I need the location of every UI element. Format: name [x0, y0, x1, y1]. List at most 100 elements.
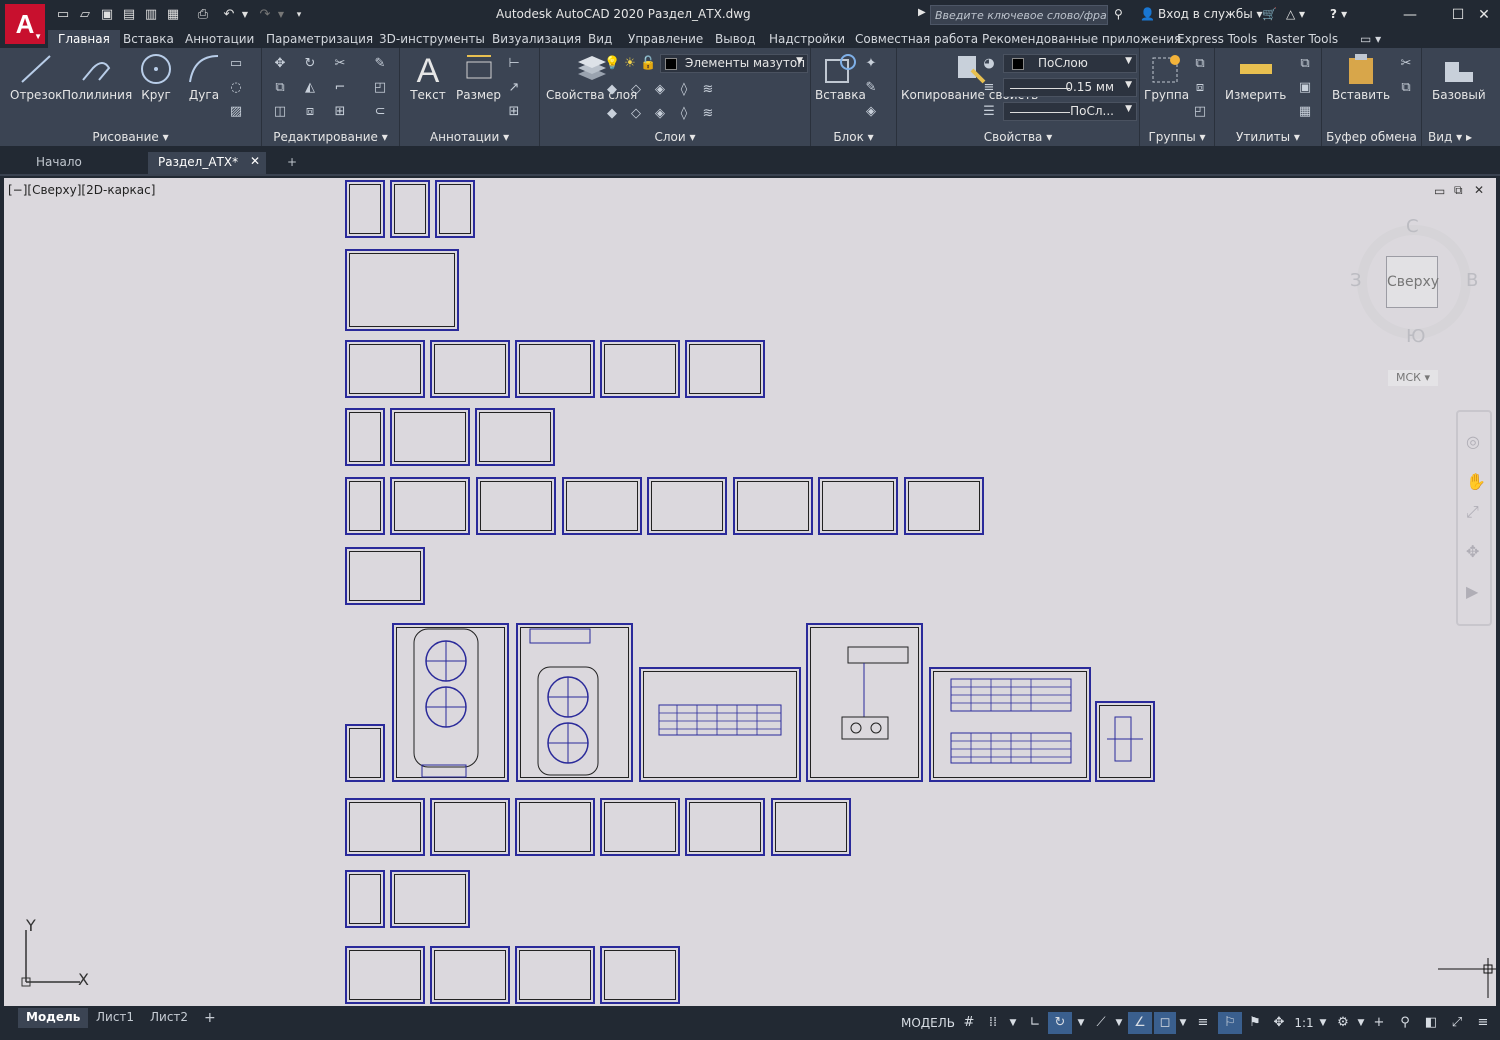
polyline-tool-button[interactable]: Полилиния [62, 52, 132, 102]
ortho-icon[interactable]: ∟ [1024, 1012, 1046, 1034]
rectangle-icon[interactable]: ▭ [228, 56, 244, 72]
arc-tool-button[interactable]: Дуга [186, 52, 222, 102]
dimension-tool-button[interactable]: Размер [456, 52, 501, 102]
workspace-gear-icon[interactable]: ⚙ [1332, 1012, 1354, 1034]
minimize-window-icon[interactable]: — [1398, 4, 1422, 26]
gradient-icon[interactable]: ▨ [228, 104, 244, 120]
layer-tool-5-icon[interactable]: ≋ [700, 82, 716, 98]
tab-annotate[interactable]: Аннотации [185, 30, 254, 48]
auto-scale-icon[interactable]: ⚑ [1244, 1012, 1266, 1034]
offset-icon[interactable]: ⊂ [372, 104, 388, 120]
osnap-dropdown-icon[interactable]: ▼ [1176, 1012, 1190, 1034]
steering-wheel-icon[interactable]: ◎ [1466, 432, 1480, 451]
tab-insert[interactable]: Вставка [123, 30, 174, 48]
zoom-extents-icon[interactable]: ⤢ [1466, 502, 1479, 522]
tab-visualize[interactable]: Визуализация [492, 30, 581, 48]
open-web-icon[interactable]: ▥ [142, 6, 160, 24]
binoculars-icon[interactable]: ⚲ [1114, 7, 1123, 21]
polar-dropdown-icon[interactable]: ▼ [1074, 1012, 1088, 1034]
circle-tool-button[interactable]: Круг [138, 52, 174, 102]
layout-tab-model[interactable]: Модель [18, 1008, 89, 1028]
tab-3d-tools[interactable]: 3D-инструменты [379, 30, 485, 48]
quick-select-icon[interactable]: ⧉ [1297, 56, 1313, 72]
layer-unlock-icon[interactable]: 🔓 [640, 56, 656, 72]
tab-manage[interactable]: Управление [628, 30, 703, 48]
search-input[interactable]: Введите ключевое слово/фразу [930, 5, 1108, 25]
tab-collaborate[interactable]: Совместная работа [855, 30, 978, 48]
open-file-icon[interactable]: ▱ [76, 6, 94, 24]
a360-icon[interactable]: △ ▾ [1286, 7, 1305, 21]
copy-clip-icon[interactable]: ⧉ [1398, 80, 1414, 96]
hatch-icon[interactable]: ◌ [228, 80, 244, 96]
linear-dimension-icon[interactable]: ⊢ [506, 56, 522, 72]
mirror-icon[interactable]: ◭ [302, 80, 318, 96]
tab-parametric[interactable]: Параметризация [266, 30, 373, 48]
viewport-controls[interactable]: [−][Сверху][2D-каркас] [8, 183, 155, 197]
panel-annotation-label[interactable]: Аннотации ▾ [400, 130, 539, 144]
ungroup-icon[interactable]: ⧉ [1192, 56, 1208, 72]
scale-dropdown-icon[interactable]: ▼ [1316, 1012, 1330, 1034]
tab-addins[interactable]: Надстройки [769, 30, 845, 48]
edit-block-icon[interactable]: ✎ [863, 80, 879, 96]
isodraft-icon[interactable]: ⟋ [1090, 1012, 1112, 1034]
tab-express-tools[interactable]: Express Tools [1177, 30, 1257, 48]
maximize-window-icon[interactable]: ☐ [1446, 4, 1470, 26]
paste-button[interactable]: Вставить [1332, 52, 1390, 102]
layer-on-icon[interactable]: 💡 [604, 56, 620, 72]
layer-dropdown[interactable]: Элементы мазутоп ▼ [660, 54, 808, 73]
object-snap-icon[interactable]: ◻ [1154, 1012, 1176, 1034]
tab-view[interactable]: Вид [588, 30, 612, 48]
panel-block-label[interactable]: Блок ▾ [811, 130, 896, 144]
panel-utilities-label[interactable]: Утилиты ▾ [1215, 130, 1321, 144]
object-snap-tracking-icon[interactable]: ∠ [1128, 1012, 1152, 1034]
annotation-scale-icon[interactable]: ✥ [1268, 1012, 1290, 1034]
panel-groups-label[interactable]: Группы ▾ [1140, 130, 1214, 144]
expand-search-icon[interactable]: ▶ [918, 7, 926, 18]
move-icon[interactable]: ✥ [272, 56, 288, 72]
tab-home[interactable]: Главная [48, 30, 120, 48]
layout-tab-sheet2[interactable]: Лист2 [142, 1008, 196, 1028]
customize-qat-icon[interactable]: ▾ [290, 6, 308, 24]
linetype-dropdown[interactable]: ПоСл... ▼ [1003, 102, 1137, 121]
tab-start[interactable]: Начало [26, 152, 142, 174]
annotation-visibility-icon[interactable]: ⚐ [1218, 1012, 1242, 1034]
color-dropdown[interactable]: ПоСлою ▼ [1003, 54, 1137, 73]
application-menu-button[interactable]: A ▼ [5, 4, 45, 44]
compass-east[interactable]: В [1466, 270, 1478, 291]
layer-tool-4-icon[interactable]: ◊ [676, 82, 692, 98]
calculator-icon[interactable]: ▦ [1297, 104, 1313, 120]
cut-icon[interactable]: ✂ [1398, 56, 1414, 72]
fillet-icon[interactable]: ⌐ [332, 80, 348, 96]
block-attribute-icon[interactable]: ◈ [863, 104, 879, 120]
panel-properties-label[interactable]: Свойства ▾ [897, 130, 1139, 144]
group-select-icon[interactable]: ◰ [1192, 104, 1208, 120]
layer-tool-9-icon[interactable]: ◊ [676, 106, 692, 122]
customize-status-bar-icon[interactable]: ≡ [1472, 1012, 1494, 1034]
viewport-restore-icon[interactable]: ⧉ [1454, 183, 1463, 198]
lineweight-icon[interactable]: ≡ [981, 80, 997, 96]
save-icon[interactable]: ▣ [98, 6, 116, 24]
lineweight-dropdown[interactable]: 0.15 мм ▼ [1003, 78, 1137, 97]
viewcube-top-face[interactable]: Сверху [1386, 256, 1439, 308]
measure-button[interactable]: Измерить [1225, 52, 1286, 102]
layer-thaw-icon[interactable]: ☀ [622, 56, 638, 72]
help-button[interactable]: ? ▾ [1330, 7, 1347, 21]
tab-drawing-active[interactable]: Раздел_АТХ* ✕ [148, 152, 266, 174]
workspace-dropdown-icon[interactable]: ▼ [1354, 1012, 1368, 1034]
pan-icon[interactable]: ✋ [1466, 472, 1486, 491]
isodraft-dropdown-icon[interactable]: ▼ [1112, 1012, 1126, 1034]
create-block-icon[interactable]: ✦ [863, 56, 879, 72]
compass-south[interactable]: Ю [1406, 326, 1425, 347]
compass-north[interactable]: С [1406, 216, 1419, 237]
new-tab-button[interactable]: + [282, 152, 302, 174]
cart-icon[interactable]: 🛒 [1262, 7, 1277, 21]
panel-view-label[interactable]: Вид ▾ ▸ [1428, 130, 1500, 144]
trim-icon[interactable]: ✂ [332, 56, 348, 72]
copy-icon[interactable]: ⧉ [272, 80, 288, 96]
save-as-icon[interactable]: ▤ [120, 6, 138, 24]
undo-dropdown-icon[interactable]: ▼ [236, 6, 254, 24]
line-tool-button[interactable]: Отрезок [10, 52, 62, 102]
scale-icon[interactable]: ⧈ [302, 104, 318, 120]
group-button[interactable]: Группа [1144, 52, 1189, 102]
viewcube[interactable]: С Ю З В Сверху [1350, 216, 1478, 347]
